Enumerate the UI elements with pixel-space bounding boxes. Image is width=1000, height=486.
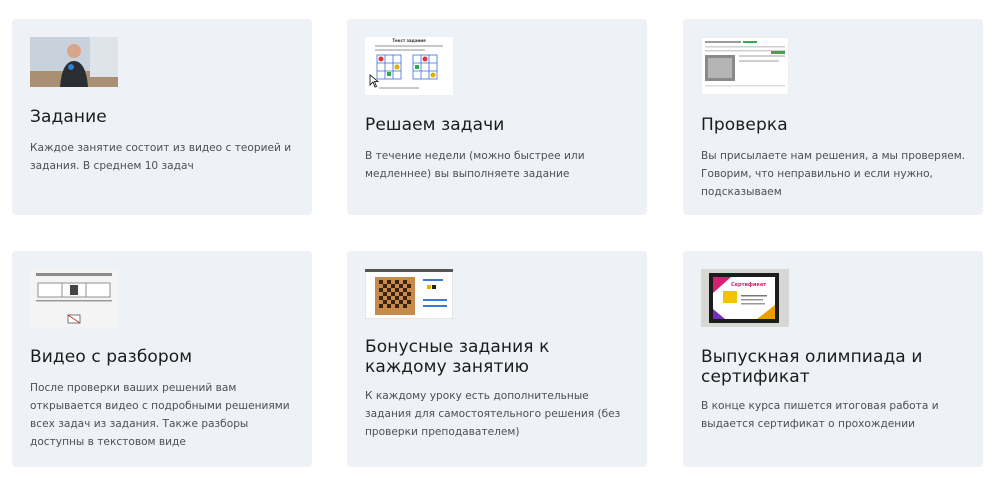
card-final-olympiad: Сертификат Выпускная олимпиада и сертифи…: [683, 251, 983, 467]
card-task: Задание Каждое занятие состоит из видео …: [12, 19, 312, 215]
solution-video-thumbnail: [30, 269, 118, 327]
card-title: Задание: [30, 107, 107, 127]
card-description: Каждое занятие состоит из видео с теорие…: [30, 142, 292, 172]
card-description: В течение недели (можно быстрее или медл…: [365, 150, 585, 180]
card-solution-video: Видео с разбором После проверки ваших ре…: [12, 251, 312, 467]
card-title: Решаем задачи: [365, 115, 505, 135]
card-description: Вы присылаете нам решения, а мы проверяе…: [701, 150, 966, 198]
card-review: Проверка Вы присылаете нам решения, а мы…: [683, 19, 983, 215]
review-screenshot-thumbnail: [701, 37, 789, 95]
worksheet-title: Текст задания: [392, 38, 426, 43]
card-title: Бонусные задания к каждому занятию: [365, 337, 550, 377]
card-title: Проверка: [701, 115, 788, 135]
card-title: Видео с разбором: [30, 347, 193, 367]
card-description: К каждому уроку есть дополнительные зада…: [365, 390, 621, 438]
card-solve-problems: Текст задания Решаем задачи В течение не…: [347, 19, 647, 215]
certificate-title: Сертификат: [731, 282, 767, 288]
video-lesson-thumbnail: [30, 37, 118, 87]
chessboard-thumbnail: [365, 269, 453, 319]
card-description: После проверки ваших решений вам открыва…: [30, 382, 290, 448]
card-title: Выпускная олимпиада и сертификат: [701, 347, 923, 387]
card-bonus-tasks: Бонусные задания к каждому занятию К каж…: [347, 251, 647, 467]
card-description: В конце курса пишется итоговая работа и …: [701, 400, 939, 430]
worksheet-thumbnail: Текст задания: [365, 37, 453, 95]
certificate-thumbnail: Сертификат: [701, 269, 789, 327]
